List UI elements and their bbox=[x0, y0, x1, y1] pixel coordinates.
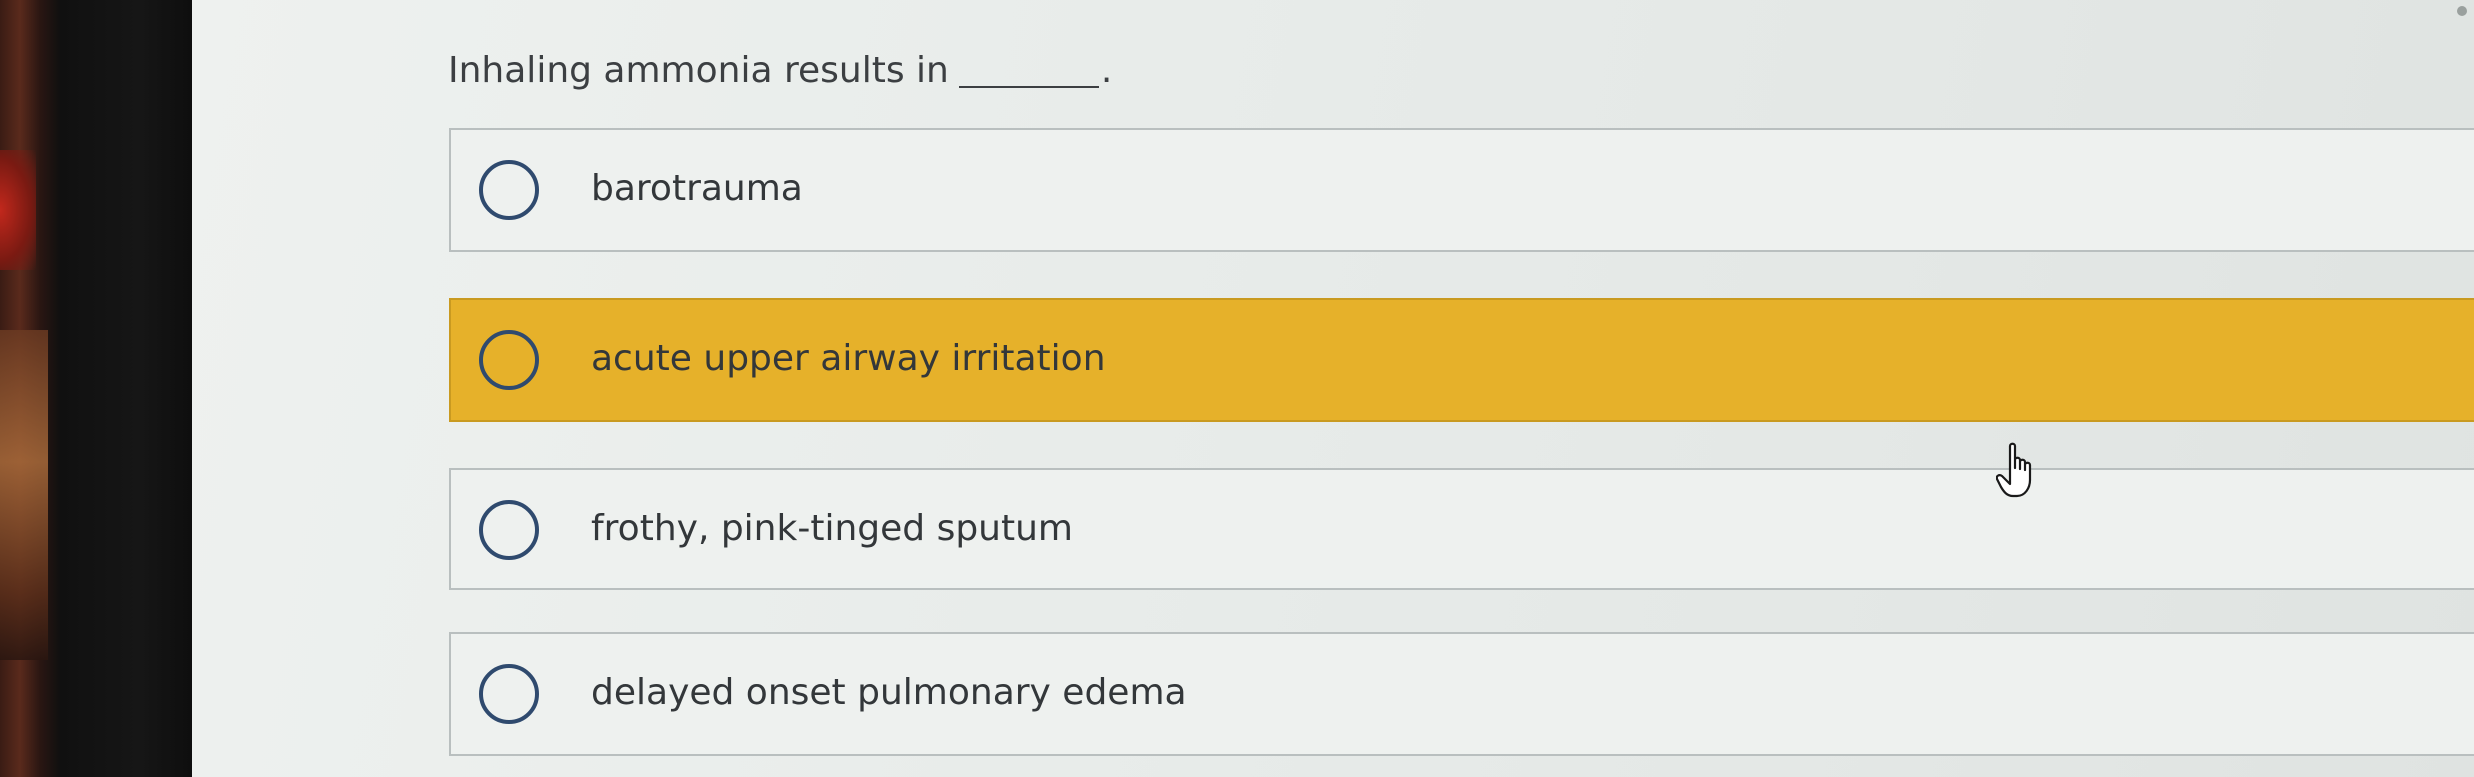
question-prompt: Inhaling ammonia results in. bbox=[448, 50, 1112, 91]
background-object bbox=[0, 150, 36, 270]
answer-label: frothy, pink-tinged sputum bbox=[591, 508, 1073, 549]
answer-option-acute-upper-airway-irritation[interactable]: acute upper airway irritation bbox=[449, 298, 2474, 422]
monitor-bezel bbox=[0, 0, 192, 777]
answer-option-barotrauma[interactable]: barotrauma bbox=[449, 128, 2474, 252]
radio-button-icon[interactable] bbox=[479, 330, 539, 390]
answer-label: barotrauma bbox=[591, 168, 803, 209]
answer-option-frothy-pink-tinged-sputum[interactable]: frothy, pink-tinged sputum bbox=[449, 468, 2474, 590]
radio-button-icon[interactable] bbox=[479, 664, 539, 724]
question-punctuation: . bbox=[1100, 50, 1113, 91]
answer-label: acute upper airway irritation bbox=[591, 338, 1106, 379]
fill-in-blank bbox=[958, 86, 1099, 88]
answer-option-delayed-onset-pulmonary-edema[interactable]: delayed onset pulmonary edema bbox=[449, 632, 2474, 756]
answer-label: delayed onset pulmonary edema bbox=[591, 672, 1187, 713]
radio-button-icon[interactable] bbox=[479, 500, 539, 560]
background-object bbox=[0, 330, 48, 660]
indicator-dot bbox=[2457, 6, 2467, 16]
question-text: Inhaling ammonia results in bbox=[448, 50, 949, 91]
radio-button-icon[interactable] bbox=[479, 160, 539, 220]
hand-pointer-icon bbox=[1996, 442, 2032, 498]
